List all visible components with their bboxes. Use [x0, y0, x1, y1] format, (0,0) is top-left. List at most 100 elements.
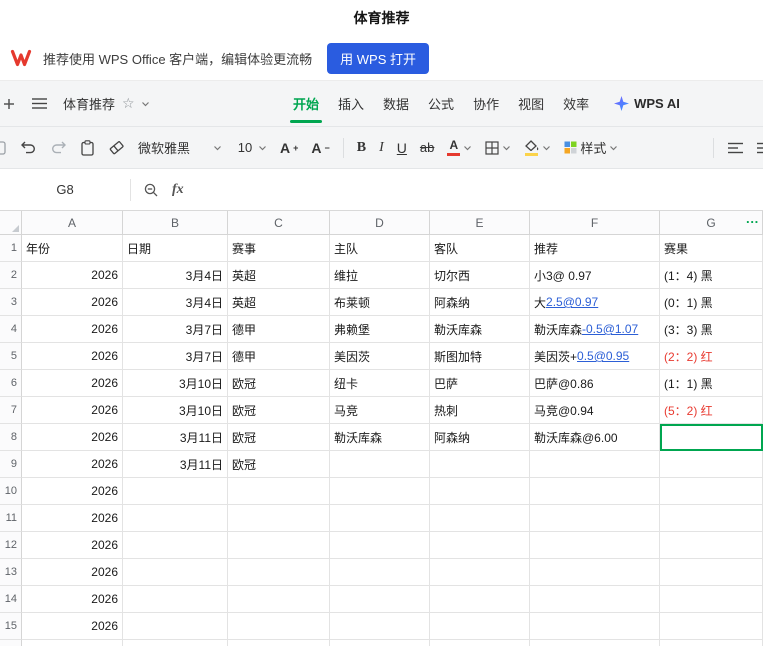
cell-B4[interactable]: 3月7日 [123, 316, 228, 343]
cell-B1[interactable]: 日期 [123, 235, 228, 262]
cell-B6[interactable]: 3月10日 [123, 370, 228, 397]
cell-G1[interactable]: 赛果 [660, 235, 763, 262]
borders-button[interactable] [485, 140, 511, 155]
cell-B13[interactable] [123, 559, 228, 586]
cell-C7[interactable]: 欧冠 [228, 397, 330, 424]
underline-button[interactable]: U [397, 140, 407, 156]
col-header-E[interactable]: E [430, 211, 530, 235]
cell-B8[interactable]: 3月11日 [123, 424, 228, 451]
cell-E4[interactable]: 勒沃库森 [430, 316, 530, 343]
strikethrough-button[interactable]: ab [420, 140, 434, 155]
cell-B11[interactable] [123, 505, 228, 532]
cell-A6[interactable]: 2026 [22, 370, 123, 397]
cell-G14[interactable] [660, 586, 763, 613]
font-color-button[interactable]: A [447, 139, 472, 156]
row-header-14[interactable]: 14 [0, 586, 22, 613]
cell-F4[interactable]: 勒沃库森 -0.5@1.07 [530, 316, 660, 343]
cell-D13[interactable] [330, 559, 430, 586]
cell-A14[interactable]: 2026 [22, 586, 123, 613]
cell-F1[interactable]: 推荐 [530, 235, 660, 262]
cell-G7[interactable]: (5：2) 红 [660, 397, 763, 424]
cell-D15[interactable] [330, 613, 430, 640]
cell-D11[interactable] [330, 505, 430, 532]
cell-D10[interactable] [330, 478, 430, 505]
cell-E8[interactable]: 阿森纳 [430, 424, 530, 451]
tab-collaborate[interactable]: 协作 [473, 81, 499, 126]
cell-G6[interactable]: (1：1) 黑 [660, 370, 763, 397]
cell-E9[interactable] [430, 451, 530, 478]
add-icon[interactable] [3, 98, 15, 110]
col-header-C[interactable]: C [228, 211, 330, 235]
row-header-4[interactable]: 4 [0, 316, 22, 343]
cell-F8[interactable]: 勒沃库森@6.00 [530, 424, 660, 451]
cell-F2[interactable]: 小3@ 0.97 [530, 262, 660, 289]
cell-A13[interactable]: 2026 [22, 559, 123, 586]
cell-E16[interactable] [430, 640, 530, 646]
cell-F14[interactable] [530, 586, 660, 613]
tab-efficiency[interactable]: 效率 [563, 81, 589, 126]
cell-D4[interactable]: 弗赖堡 [330, 316, 430, 343]
cell-G15[interactable] [660, 613, 763, 640]
font-name-select[interactable]: 微软雅黑 [138, 138, 222, 157]
cell-D8[interactable]: 勒沃库森 [330, 424, 430, 451]
cell-C6[interactable]: 欧冠 [228, 370, 330, 397]
row-header-8[interactable]: 8 [0, 424, 22, 451]
cell-C13[interactable] [228, 559, 330, 586]
col-header-B[interactable]: B [123, 211, 228, 235]
cell-D12[interactable] [330, 532, 430, 559]
cell-C3[interactable]: 英超 [228, 289, 330, 316]
cell-G3[interactable]: (0：1) 黑 [660, 289, 763, 316]
cell-A15[interactable]: 2026 [22, 613, 123, 640]
cell-C14[interactable] [228, 586, 330, 613]
cell-C10[interactable] [228, 478, 330, 505]
cell-G11[interactable] [660, 505, 763, 532]
row-header-2[interactable]: 2 [0, 262, 22, 289]
cell-G2[interactable]: (1：4) 黑 [660, 262, 763, 289]
row-header-13[interactable]: 13 [0, 559, 22, 586]
cell-C9[interactable]: 欧冠 [228, 451, 330, 478]
col-header-D[interactable]: D [330, 211, 430, 235]
cell-G16[interactable] [660, 640, 763, 646]
open-in-wps-button[interactable]: 用 WPS 打开 [327, 42, 430, 74]
cell-C12[interactable] [228, 532, 330, 559]
tab-data[interactable]: 数据 [383, 81, 409, 126]
cell-F16[interactable] [530, 640, 660, 646]
cell-G5[interactable]: (2：2) 红 [660, 343, 763, 370]
decrease-font-button[interactable]: A − [311, 140, 329, 156]
clipped-right-icon[interactable] [757, 142, 763, 154]
tab-view[interactable]: 视图 [518, 81, 544, 126]
align-button[interactable] [728, 142, 743, 154]
cell-F5[interactable]: 美因茨+ 0.5@0.95 [530, 343, 660, 370]
cell-F15[interactable] [530, 613, 660, 640]
row-header-7[interactable]: 7 [0, 397, 22, 424]
cell-E15[interactable] [430, 613, 530, 640]
cell-C1[interactable]: 赛事 [228, 235, 330, 262]
cell-C4[interactable]: 德甲 [228, 316, 330, 343]
cell-G8[interactable] [660, 424, 763, 451]
italic-button[interactable]: I [379, 140, 384, 156]
row-header-16[interactable]: 16 [0, 640, 22, 646]
cell-B10[interactable] [123, 478, 228, 505]
cell-F7[interactable]: 马竞@0.94 [530, 397, 660, 424]
menu-icon[interactable] [32, 98, 47, 109]
cell-B16[interactable] [123, 640, 228, 646]
cell-D14[interactable] [330, 586, 430, 613]
cell-D3[interactable]: 布莱顿 [330, 289, 430, 316]
cell-G4[interactable]: (3：3) 黑 [660, 316, 763, 343]
cell-D6[interactable]: 纽卡 [330, 370, 430, 397]
cell-C15[interactable] [228, 613, 330, 640]
star-icon[interactable]: ☆ [122, 95, 135, 112]
fx-button[interactable]: fx [172, 182, 184, 198]
tab-insert[interactable]: 插入 [338, 81, 364, 126]
cell-E13[interactable] [430, 559, 530, 586]
cell-F6[interactable]: 巴萨@0.86 [530, 370, 660, 397]
row-header-6[interactable]: 6 [0, 370, 22, 397]
cell-A11[interactable]: 2026 [22, 505, 123, 532]
cell-F13[interactable] [530, 559, 660, 586]
cell-styles-button[interactable]: 样式 [564, 138, 618, 157]
chevron-down-icon[interactable] [141, 101, 150, 107]
cell-F3[interactable]: 大 2.5@0.97 [530, 289, 660, 316]
cell-E6[interactable]: 巴萨 [430, 370, 530, 397]
cell-F9[interactable] [530, 451, 660, 478]
cell-B5[interactable]: 3月7日 [123, 343, 228, 370]
